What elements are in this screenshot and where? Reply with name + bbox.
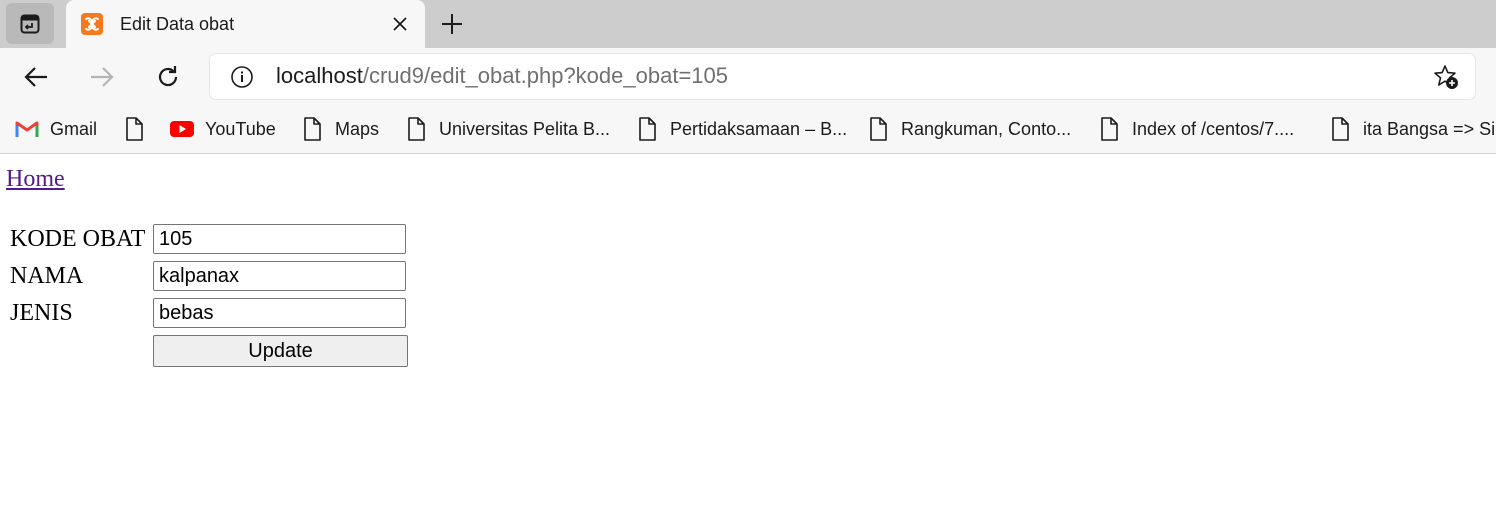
page-content: Home KODE OBAT 105 NAMA kalpanax JENIS b… bbox=[0, 154, 1496, 531]
reload-icon bbox=[158, 66, 178, 87]
bookmarks-bar: Gmail YouTube Maps Universitas Pelita B.… bbox=[0, 106, 1496, 154]
document-icon bbox=[122, 117, 146, 141]
nama-label: NAMA bbox=[10, 263, 84, 289]
gmail-icon bbox=[15, 117, 39, 141]
tab-actions-icon bbox=[20, 14, 40, 33]
bookmark-label: Pertidaksamaan – B... bbox=[670, 118, 848, 139]
document-icon bbox=[300, 117, 324, 141]
bookmark-label: YouTube bbox=[205, 118, 276, 139]
url-host: localhost bbox=[276, 63, 363, 88]
bookmark-gmail[interactable]: Gmail bbox=[15, 116, 97, 142]
bookmark-label: ita Bangsa => Sil bbox=[1363, 118, 1496, 139]
bookmark-index-centos[interactable]: Index of /centos/7.... bbox=[1097, 116, 1294, 142]
document-icon bbox=[866, 117, 890, 141]
back-button[interactable] bbox=[19, 60, 53, 94]
bookmark-label: Index of /centos/7.... bbox=[1132, 118, 1295, 139]
bookmark-label: Maps bbox=[335, 118, 380, 139]
bookmark-untitled[interactable] bbox=[122, 116, 157, 142]
document-icon bbox=[404, 117, 428, 141]
tab-close-button[interactable] bbox=[388, 12, 412, 36]
url-text[interactable]: localhost/crud9/edit_obat.php?kode_obat=… bbox=[276, 62, 728, 90]
document-icon bbox=[635, 117, 659, 141]
forward-arrow-icon bbox=[91, 67, 114, 87]
update-button[interactable]: Update bbox=[153, 335, 408, 367]
bookmark-maps[interactable]: Maps bbox=[300, 116, 379, 142]
tab-title: Edit Data obat bbox=[120, 14, 235, 34]
bookmark-rangkuman[interactable]: Rangkuman, Conto... bbox=[866, 116, 1071, 142]
document-icon bbox=[1097, 117, 1121, 141]
reload-button[interactable] bbox=[151, 60, 185, 94]
bookmark-label: Gmail bbox=[50, 118, 98, 139]
close-icon bbox=[393, 17, 407, 31]
back-arrow-icon bbox=[24, 67, 47, 87]
kode-obat-label: KODE OBAT bbox=[10, 226, 146, 252]
active-tab[interactable]: Edit Data obat bbox=[66, 0, 425, 48]
tab-actions-button[interactable] bbox=[6, 3, 54, 44]
bookmark-universitas[interactable]: Universitas Pelita B... bbox=[404, 116, 610, 142]
plus-icon bbox=[442, 14, 462, 34]
new-tab-button[interactable] bbox=[437, 9, 467, 39]
add-favorite-icon[interactable] bbox=[1433, 64, 1459, 90]
browser-toolbar: localhost/crud9/edit_obat.php?kode_obat=… bbox=[0, 48, 1496, 106]
youtube-icon bbox=[170, 117, 194, 141]
home-link[interactable]: Home bbox=[6, 166, 65, 193]
info-icon[interactable] bbox=[230, 65, 254, 89]
bookmark-label: Rangkuman, Conto... bbox=[901, 118, 1072, 139]
jenis-label: JENIS bbox=[10, 300, 73, 326]
xampp-icon bbox=[81, 13, 103, 35]
bookmark-pertidaksamaan[interactable]: Pertidaksamaan – B... bbox=[635, 116, 847, 142]
url-path: /crud9/edit_obat.php?kode_obat=105 bbox=[362, 63, 728, 88]
nama-input[interactable]: kalpanax bbox=[153, 261, 406, 291]
bookmark-youtube[interactable]: YouTube bbox=[170, 116, 276, 142]
bookmark-label: Universitas Pelita B... bbox=[439, 118, 611, 139]
forward-button[interactable] bbox=[85, 60, 119, 94]
address-bar[interactable]: localhost/crud9/edit_obat.php?kode_obat=… bbox=[210, 54, 1475, 99]
document-icon bbox=[1328, 117, 1352, 141]
kode-obat-input[interactable]: 105 bbox=[153, 224, 406, 254]
jenis-input[interactable]: bebas bbox=[153, 298, 406, 328]
tab-strip: Edit Data obat bbox=[0, 0, 1496, 48]
bookmark-silabus[interactable]: ita Bangsa => Sil bbox=[1328, 116, 1496, 142]
